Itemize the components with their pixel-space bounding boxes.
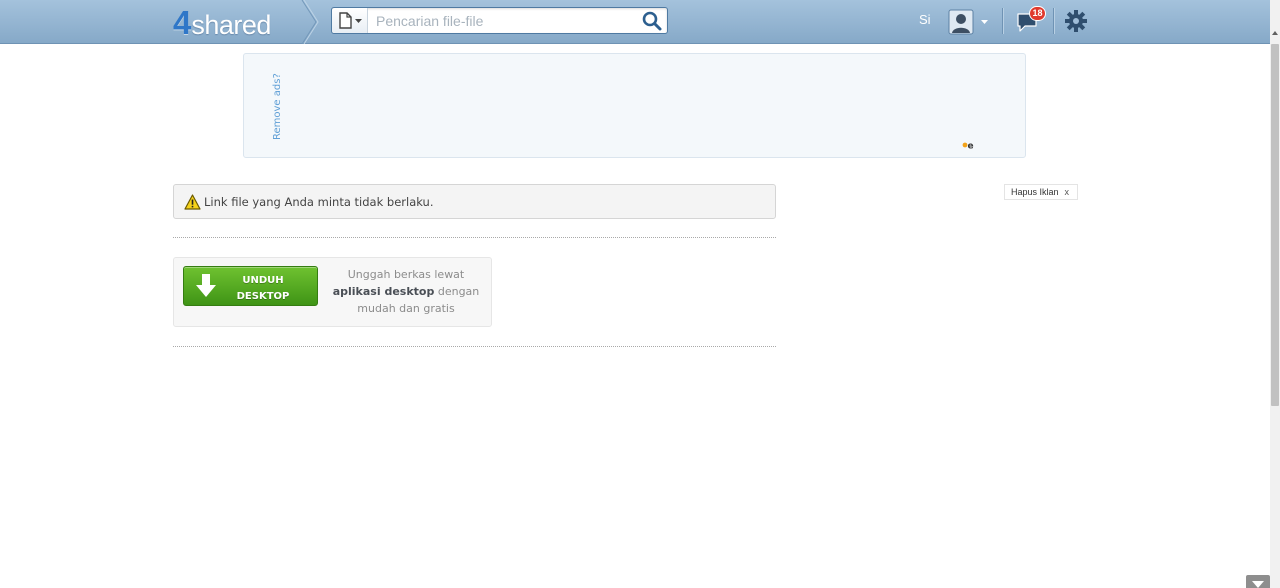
download-desktop-button[interactable]: UNDUH DESKTOP [183, 266, 318, 306]
remove-ads-link[interactable]: Remove ads? [272, 73, 283, 140]
promo-text-bold: aplikasi desktop [332, 285, 435, 298]
notification-badge[interactable]: 18 [1029, 6, 1046, 21]
hide-ad-label: Hapus Iklan [1011, 187, 1059, 197]
download-label-line2: DESKTOP [236, 291, 290, 302]
header-separator [1053, 8, 1054, 34]
site-logo[interactable]: 4 shared [173, 4, 271, 41]
vertical-scrollbar[interactable] [1270, 0, 1280, 588]
scroll-up-arrow-icon[interactable] [1270, 28, 1280, 38]
divider [173, 346, 776, 347]
ad-banner [243, 53, 1026, 158]
search-input[interactable] [370, 8, 634, 33]
promo-description: Unggah berkas lewat aplikasi desktop den… [326, 266, 486, 317]
error-alert: Link file yang Anda minta tidak berlaku. [173, 184, 776, 219]
hide-ad-button[interactable]: Hapus Iklan x [1004, 184, 1078, 200]
scroll-to-bottom-button[interactable] [1246, 575, 1270, 588]
search-icon[interactable] [641, 10, 663, 32]
logo-number: 4 [173, 4, 192, 41]
ad-choices-icon[interactable]: e [961, 139, 975, 151]
download-button-label: UNDUH DESKTOP [224, 273, 302, 305]
file-type-icon [339, 12, 362, 29]
svg-text:e: e [968, 142, 974, 152]
search-type-dropdown[interactable] [332, 8, 368, 33]
header-separator [1002, 8, 1003, 34]
sign-in-link[interactable]: Si [919, 12, 931, 27]
header-divider-icon [301, 0, 319, 44]
download-label-line1: UNDUH [242, 275, 284, 286]
chevron-down-icon [1252, 581, 1264, 588]
warning-icon [184, 193, 201, 210]
promo-text-before: Unggah berkas lewat [347, 268, 465, 281]
scrollbar-thumb[interactable] [1271, 44, 1279, 406]
desktop-app-promo: UNDUH DESKTOP Unggah berkas lewat aplika… [173, 257, 492, 327]
logo-word: shared [191, 10, 271, 40]
gear-icon[interactable] [1064, 9, 1088, 33]
divider [173, 237, 776, 238]
close-icon[interactable]: x [1065, 187, 1070, 197]
top-header: 4 shared Si 18 [0, 0, 1270, 44]
search-box [331, 7, 668, 34]
download-arrow-icon [196, 274, 216, 297]
alert-message: Link file yang Anda minta tidak berlaku. [204, 194, 434, 209]
user-menu-icon[interactable] [948, 8, 994, 36]
